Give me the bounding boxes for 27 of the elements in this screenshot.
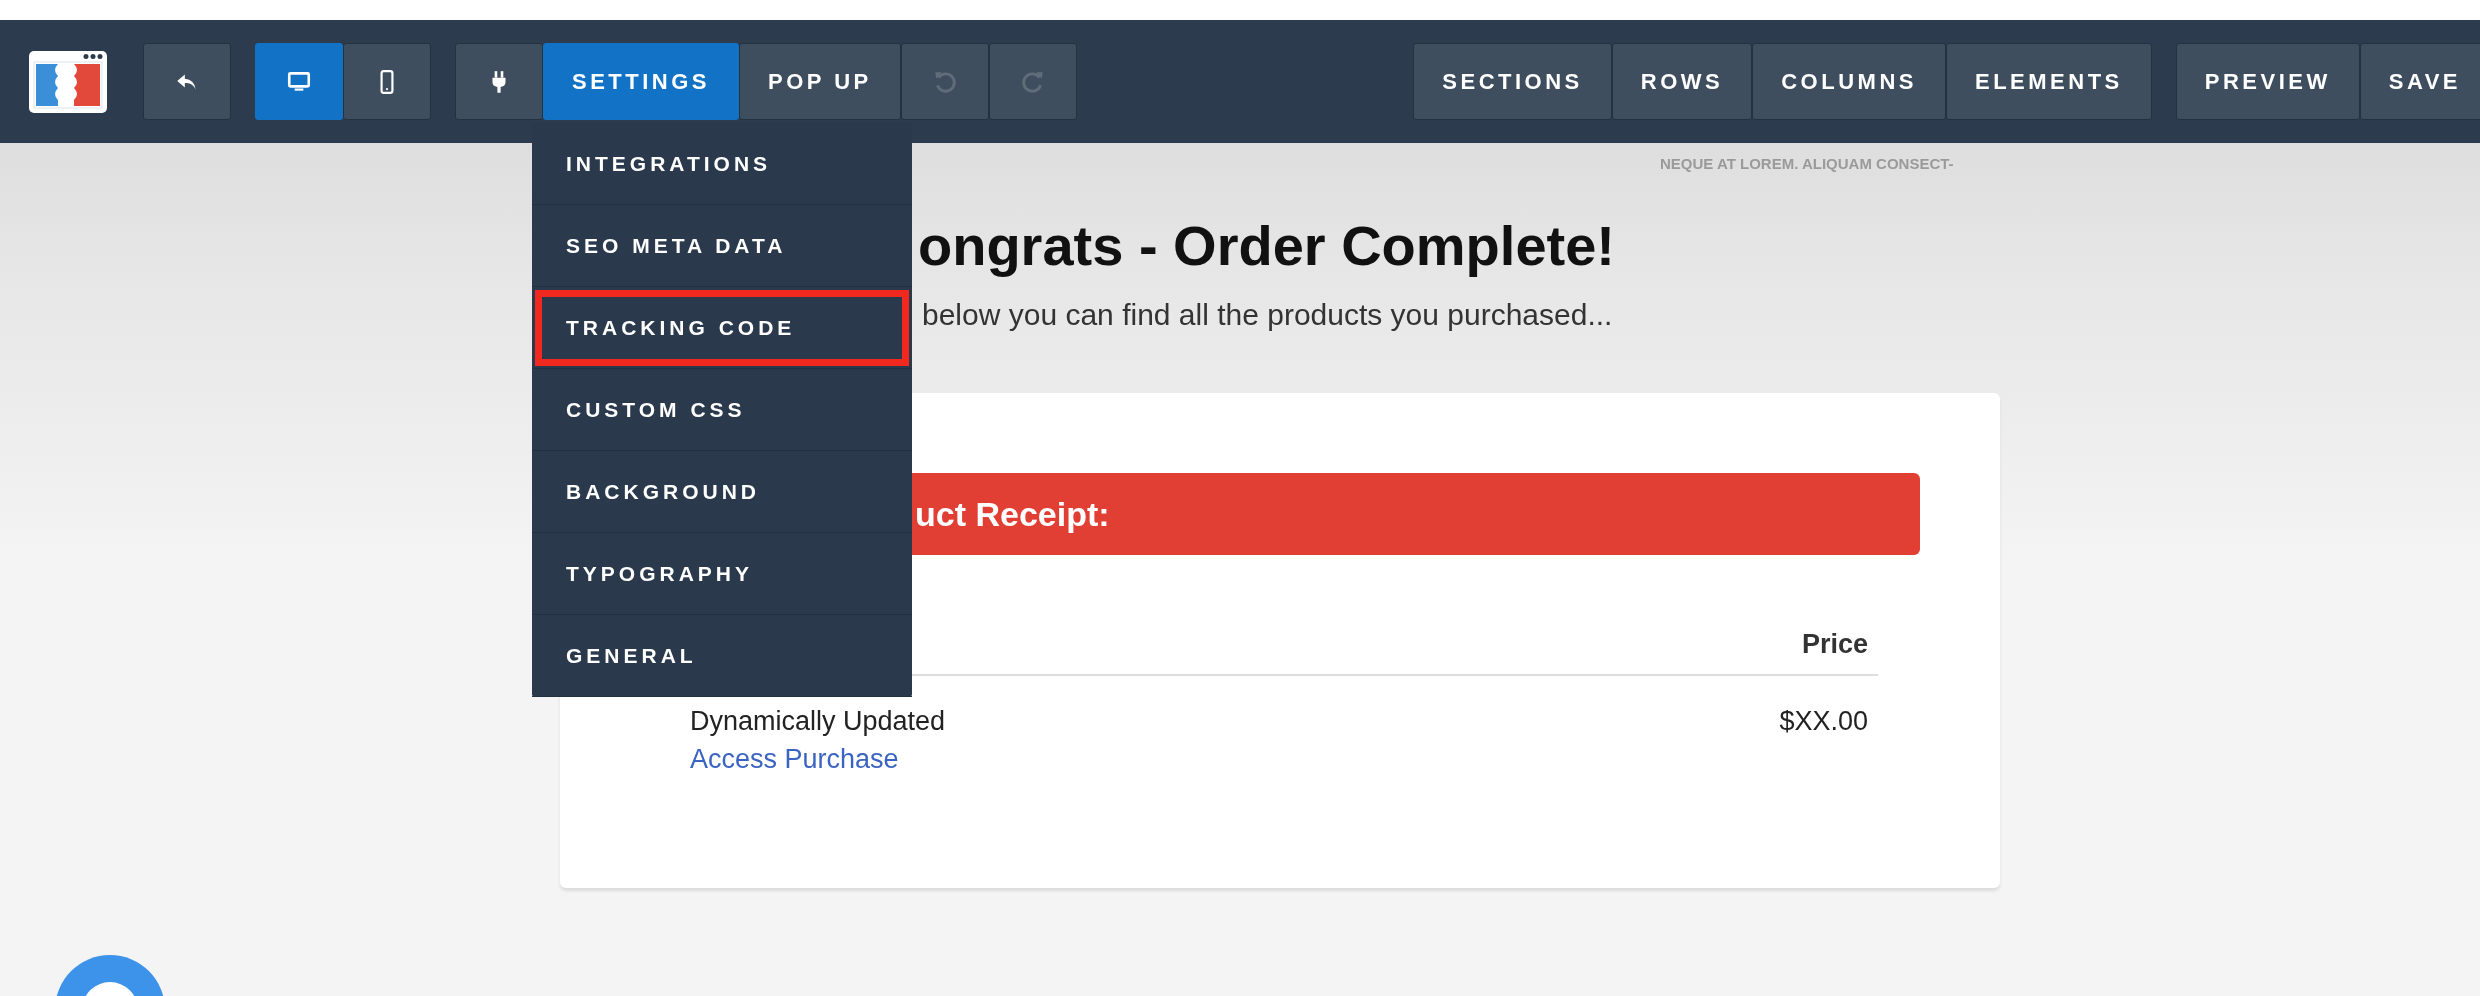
menu-item[interactable]: SEO META DATA: [532, 205, 912, 287]
product-price: $XX.00: [1779, 705, 1868, 738]
page-subtitle: below you can find all the products you purchased...: [922, 297, 1614, 333]
menu-item[interactable]: TRACKING CODE: [532, 287, 912, 369]
toolbar-button[interactable]: COLUMNS: [1752, 43, 1946, 120]
toolbar-button[interactable]: SETTINGS: [543, 43, 739, 120]
product-name: Dynamically Updated: [690, 705, 946, 738]
integrations-button[interactable]: [455, 43, 543, 120]
menu-item[interactable]: CUSTOM CSS: [532, 369, 912, 451]
menu-item[interactable]: GENERAL: [532, 615, 912, 697]
background-text: NEQUE AT LOREM. ALIQUAM CONSECT-: [1660, 155, 1954, 172]
page-heading: ongrats - Order Complete!: [918, 213, 1616, 279]
toolbar-button[interactable]: POP UP: [739, 43, 901, 120]
desktop-view-button[interactable]: [255, 43, 343, 120]
toolbar-button[interactable]: PREVIEW: [2175, 43, 2360, 120]
toolbar-button[interactable]: ELEMENTS: [1945, 43, 2152, 120]
menu-item[interactable]: BACKGROUND: [532, 451, 912, 533]
menu-item[interactable]: TYPOGRAPHY: [532, 533, 912, 615]
toolbar-button[interactable]: SAVE: [2359, 43, 2480, 120]
back-button[interactable]: [143, 43, 231, 120]
toolbar-button[interactable]: ROWS: [1611, 43, 1753, 120]
logo-icon: [28, 49, 108, 114]
menu-item[interactable]: INTEGRATIONS: [532, 123, 912, 205]
column-header: Price: [1801, 629, 1868, 660]
access-purchase-link[interactable]: Access Purchase: [690, 740, 946, 778]
mobile-view-button[interactable]: [343, 43, 431, 120]
toolbar-button[interactable]: SECTIONS: [1413, 43, 1612, 120]
